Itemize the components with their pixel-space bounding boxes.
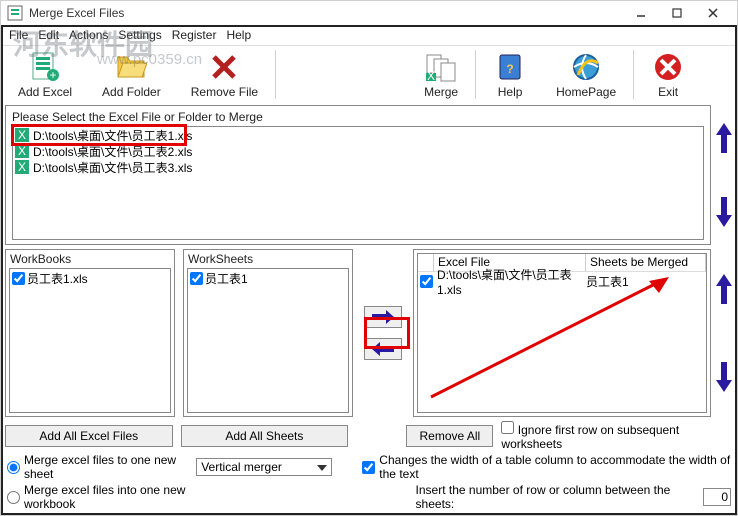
chevron-down-icon [317, 460, 327, 474]
merger-direction-select[interactable]: Vertical merger [196, 458, 332, 476]
transfer-buttons [361, 249, 405, 417]
add-to-merge-button[interactable] [364, 306, 402, 328]
menu-actions[interactable]: Actions [69, 28, 108, 42]
app-icon [7, 5, 23, 21]
help-book-icon: ? [494, 51, 526, 83]
merge-list-arrows [711, 247, 737, 419]
merge-one-workbook-radio[interactable] [7, 491, 20, 504]
menu-settings[interactable]: Settings [118, 28, 161, 42]
menu-file[interactable]: File [9, 28, 28, 42]
folder-icon [115, 51, 147, 83]
add-all-sheets-button[interactable]: Add All Sheets [181, 425, 349, 447]
workbook-checkbox[interactable] [12, 272, 25, 285]
merge-row-checkbox[interactable] [420, 275, 433, 288]
merge-one-workbook-option[interactable]: Merge excel files into one new workbook [7, 483, 226, 511]
worksheets-title: WorkSheets [184, 250, 352, 268]
svg-text:X: X [18, 128, 26, 142]
merge-move-up-button[interactable] [713, 270, 735, 310]
delete-x-icon [208, 51, 240, 83]
file-path: D:\tools\桌面\文件\员工表3.xls [33, 159, 192, 176]
merge-one-sheet-option[interactable]: Merge excel files to one new sheet [7, 453, 188, 481]
workbook-name: 员工表1.xls [27, 270, 88, 287]
worksheet-checkbox[interactable] [190, 272, 203, 285]
worksheets-list[interactable]: 员工表1 [187, 268, 349, 413]
titlebar: Merge Excel Files [1, 1, 737, 25]
xls-icon: X [15, 128, 29, 142]
svg-text:?: ? [506, 62, 513, 76]
remove-all-button[interactable]: Remove All [406, 425, 493, 447]
workbooks-panel: WorkBooks 员工表1.xls [5, 249, 175, 417]
svg-text:X: X [427, 69, 435, 83]
worksheet-name: 员工表1 [205, 270, 248, 287]
file-row[interactable]: X D:\tools\桌面\文件\员工表2.xls [13, 143, 703, 159]
app-window: Merge Excel Files File Edit Actions Sett… [0, 0, 738, 516]
merge-target-panel: Excel File Sheets be Merged D:\tools\桌面\… [413, 249, 711, 417]
list-item[interactable]: 员工表1.xls [10, 269, 170, 287]
menu-register[interactable]: Register [172, 28, 217, 42]
workbooks-list[interactable]: 员工表1.xls [9, 268, 171, 413]
workbooks-title: WorkBooks [6, 250, 174, 268]
merge-move-down-button[interactable] [713, 356, 735, 396]
list-item[interactable]: 员工表1 [188, 269, 348, 287]
merge-icon: X [425, 51, 457, 83]
exit-icon [652, 51, 684, 83]
ignore-first-row-checkbox[interactable] [501, 421, 514, 434]
merge-file-path: D:\tools\桌面\文件\员工表1.xls [435, 266, 584, 297]
homepage-button[interactable]: HomePage [541, 46, 631, 103]
insert-number-input[interactable] [703, 488, 731, 506]
svg-text:X: X [18, 160, 26, 174]
add-all-excel-button[interactable]: Add All Excel Files [5, 425, 173, 447]
changes-width-option[interactable]: Changes the width of a table column to a… [362, 453, 731, 481]
worksheets-panel: WorkSheets 员工表1 [183, 249, 353, 417]
close-button[interactable] [695, 2, 731, 24]
merge-sheet-name: 员工表1 [586, 273, 704, 290]
menu-edit[interactable]: Edit [38, 28, 59, 42]
file-path: D:\tools\桌面\文件\员工表2.xls [33, 143, 192, 160]
insert-number-label: Insert the number of row or column betwe… [416, 483, 695, 511]
file-list-arrows [711, 103, 737, 247]
file-section-title: Please Select the Excel File or Folder t… [12, 110, 704, 126]
excel-file-icon: + [29, 51, 61, 83]
file-row[interactable]: X D:\tools\桌面\文件\员工表3.xls [13, 159, 703, 175]
menubar: File Edit Actions Settings Register Help [1, 25, 737, 45]
add-folder-button[interactable]: Add Folder [87, 46, 176, 103]
file-path: D:\tools\桌面\文件\员工表1.xls [33, 127, 192, 144]
move-down-button[interactable] [713, 191, 735, 231]
file-list[interactable]: X D:\tools\桌面\文件\员工表1.xls X D:\tools\桌面\… [12, 126, 704, 240]
window-title: Merge Excel Files [29, 6, 623, 20]
add-excel-button[interactable]: + Add Excel [3, 46, 87, 103]
exit-button[interactable]: Exit [637, 46, 699, 103]
move-up-button[interactable] [713, 119, 735, 159]
globe-ie-icon [570, 51, 602, 83]
minimize-button[interactable] [623, 2, 659, 24]
ignore-first-row-option[interactable]: Ignore first row on subsequent worksheet… [501, 421, 733, 451]
table-row[interactable]: D:\tools\桌面\文件\员工表1.xls 员工表1 [418, 272, 706, 290]
merge-button[interactable]: X Merge [409, 46, 473, 103]
svg-text:X: X [18, 144, 26, 158]
menu-help[interactable]: Help [226, 28, 251, 42]
xls-icon: X [15, 160, 29, 174]
changes-width-checkbox[interactable] [362, 461, 375, 474]
svg-text:+: + [50, 68, 57, 82]
xls-icon: X [15, 144, 29, 158]
merge-one-sheet-radio[interactable] [7, 461, 20, 474]
toolbar: + Add Excel Add Folder Remove File X Mer… [1, 45, 737, 103]
col-sheets-merged: Sheets be Merged [586, 254, 706, 272]
maximize-button[interactable] [659, 2, 695, 24]
help-button[interactable]: ? Help [479, 46, 541, 103]
remove-from-merge-button[interactable] [364, 338, 402, 360]
file-select-section: Please Select the Excel File or Folder t… [5, 105, 711, 245]
merge-target-list[interactable]: Excel File Sheets be Merged D:\tools\桌面\… [417, 253, 707, 413]
file-row[interactable]: X D:\tools\桌面\文件\员工表1.xls [13, 127, 703, 143]
remove-file-button[interactable]: Remove File [176, 46, 273, 103]
